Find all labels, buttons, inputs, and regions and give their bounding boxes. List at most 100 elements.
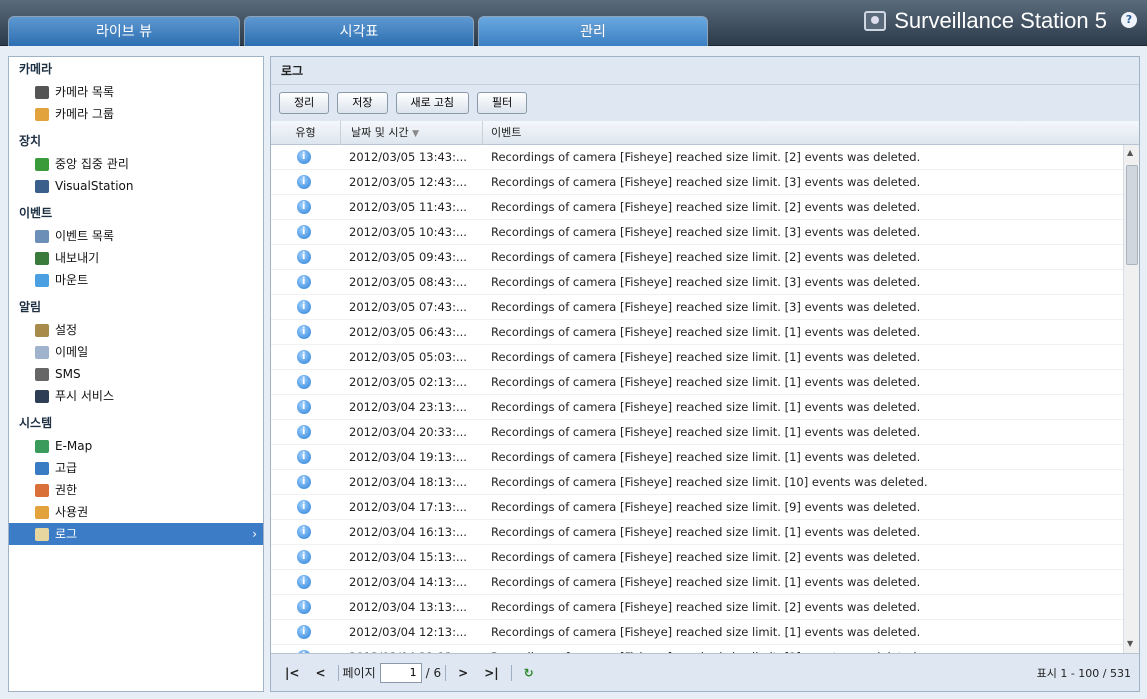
sidebar-item-label: 권한	[55, 483, 78, 497]
tab-live-view[interactable]: 라이브 뷰	[8, 16, 240, 46]
info-icon	[297, 519, 311, 544]
sidebar-item-export[interactable]: 내보내기	[9, 247, 263, 269]
row-event: Recordings of camera [Fisheye] reached s…	[491, 225, 921, 239]
save-button[interactable]: 저장	[337, 92, 388, 114]
row-event: Recordings of camera [Fisheye] reached s…	[491, 150, 921, 164]
table-row[interactable]: 2012/03/04 23:13:... Recordings of camera…	[271, 394, 1123, 420]
row-datetime: 2012/03/04 14:13:...	[349, 575, 467, 589]
top-navigation-bar: 라이브 뷰 시각표 관리 Surveillance Station 5 ?	[0, 0, 1147, 46]
sidebar-item-visualstation[interactable]: VisualStation	[9, 175, 263, 197]
table-row[interactable]: 2012/03/04 20:33:... Recordings of camera…	[271, 419, 1123, 445]
info-icon	[297, 269, 311, 294]
table-row[interactable]: 2012/03/05 05:03:... Recordings of camera…	[271, 344, 1123, 370]
sms-icon	[35, 367, 49, 381]
table-row[interactable]: 2012/03/05 11:43:... Recordings of camera…	[271, 194, 1123, 220]
row-event: Recordings of camera [Fisheye] reached s…	[491, 525, 921, 539]
visualstation-icon	[35, 179, 49, 193]
info-icon	[297, 494, 311, 519]
table-row[interactable]: 2012/03/05 07:43:... Recordings of camera…	[271, 294, 1123, 320]
last-page-icon[interactable]: >|	[476, 666, 506, 680]
table-row[interactable]: 2012/03/05 06:43:... Recordings of camera…	[271, 319, 1123, 345]
sidebar-item-camera[interactable]: 카메라 목록	[9, 81, 263, 103]
info-icon	[297, 244, 311, 269]
sidebar-item-license[interactable]: 사용권	[9, 501, 263, 523]
column-header-event[interactable]: 이벤트	[483, 121, 1139, 145]
info-icon	[297, 344, 311, 369]
refresh-button[interactable]: 새로 고침	[395, 92, 470, 114]
sidebar-section-title: 이벤트	[19, 206, 53, 220]
privilege-icon	[35, 483, 49, 497]
refresh-icon[interactable]: ↻	[516, 666, 542, 680]
sidebar-item-label: SMS	[55, 367, 81, 381]
info-icon	[297, 394, 311, 419]
scrollbar-thumb[interactable]	[1126, 165, 1138, 265]
table-row[interactable]: 2012/03/04 17:13:... Recordings of camera…	[271, 494, 1123, 520]
table-row[interactable]: 2012/03/05 09:43:... Recordings of camera…	[271, 244, 1123, 270]
table-row[interactable]: 2012/03/05 12:43:... Recordings of camera…	[271, 169, 1123, 195]
column-header-datetime[interactable]: 날짜 및 시간 ▼	[341, 121, 483, 145]
sidebar-item-settings[interactable]: 설정	[9, 319, 263, 341]
table-row[interactable]: 2012/03/05 02:13:... Recordings of camera…	[271, 369, 1123, 395]
table-row[interactable]: 2012/03/04 11:13:... Recordings of camera…	[271, 644, 1123, 653]
pagination-bar: |< < 페이지 / 6 > >| ↻ 표시 1 - 100 / 531	[271, 653, 1139, 691]
scroll-down-icon[interactable]: ▼	[1127, 639, 1133, 648]
prev-page-icon[interactable]: <	[307, 666, 333, 680]
table-row[interactable]: 2012/03/04 16:13:... Recordings of camera…	[271, 519, 1123, 545]
table-row[interactable]: 2012/03/04 12:13:... Recordings of camera…	[271, 619, 1123, 645]
row-datetime: 2012/03/05 10:43:...	[349, 225, 467, 239]
page-number-input[interactable]	[379, 662, 422, 683]
row-datetime: 2012/03/04 13:13:...	[349, 600, 467, 614]
row-event: Recordings of camera [Fisheye] reached s…	[491, 500, 921, 514]
sidebar-item-label: 설정	[55, 323, 78, 337]
clear-button[interactable]: 정리	[279, 92, 330, 114]
camera-icon	[35, 85, 49, 99]
first-page-icon[interactable]: |<	[277, 666, 307, 680]
sidebar-item-privilege[interactable]: 권한	[9, 479, 263, 501]
row-event: Recordings of camera [Fisheye] reached s…	[491, 325, 921, 339]
push-service-icon	[35, 389, 49, 403]
divider	[445, 664, 447, 681]
log-icon	[35, 527, 49, 541]
tab-schedule[interactable]: 시각표	[244, 16, 474, 46]
sidebar-section-title: 알림	[19, 300, 42, 314]
sidebar-item-advanced[interactable]: 고급	[9, 457, 263, 479]
sidebar-item-sms[interactable]: SMS	[9, 363, 263, 385]
info-icon	[297, 294, 311, 319]
filter-button[interactable]: 필터	[477, 92, 528, 114]
table-row[interactable]: 2012/03/05 13:43:... Recordings of camera…	[271, 145, 1123, 170]
chevron-right-icon: ›	[252, 527, 257, 541]
sidebar-item-email[interactable]: 이메일	[9, 341, 263, 363]
table-row[interactable]: 2012/03/04 18:13:... Recordings of camera…	[271, 469, 1123, 495]
sidebar-section-title: 카메라	[19, 62, 53, 76]
table-row[interactable]: 2012/03/04 19:13:... Recordings of camera…	[271, 444, 1123, 470]
sidebar-item-label: 카메라 목록	[55, 85, 115, 99]
sidebar-item-event-list[interactable]: 이벤트 목록	[9, 225, 263, 247]
sidebar-item-mount[interactable]: 마운트	[9, 269, 263, 291]
scroll-up-icon[interactable]: ▲	[1127, 148, 1133, 157]
table-row[interactable]: 2012/03/05 08:43:... Recordings of camera…	[271, 269, 1123, 295]
sidebar-item-emap[interactable]: E-Map	[9, 435, 263, 457]
mount-icon	[35, 273, 49, 287]
tab-admin[interactable]: 관리	[478, 16, 708, 46]
next-page-icon[interactable]: >	[450, 666, 476, 680]
sidebar-item-label: 마운트	[55, 273, 89, 287]
table-row[interactable]: 2012/03/05 10:43:... Recordings of camera…	[271, 219, 1123, 245]
sidebar-item-log[interactable]: 로그 ›	[9, 523, 263, 545]
table-row[interactable]: 2012/03/04 15:13:... Recordings of camera…	[271, 544, 1123, 570]
sidebar-item-cms[interactable]: 중앙 집중 관리	[9, 153, 263, 175]
sidebar-item-push-service[interactable]: 푸시 서비스	[9, 385, 263, 407]
column-header-type[interactable]: 유형	[271, 121, 341, 145]
info-icon	[297, 544, 311, 569]
row-datetime: 2012/03/04 18:13:...	[349, 475, 467, 489]
record-summary: 표시 1 - 100 / 531	[1036, 666, 1131, 680]
license-icon	[35, 505, 49, 519]
table-row[interactable]: 2012/03/04 13:13:... Recordings of camera…	[271, 594, 1123, 620]
sidebar-item-camera-group[interactable]: 카메라 그룹	[9, 103, 263, 125]
info-icon	[297, 419, 311, 444]
help-icon[interactable]: ?	[1121, 12, 1137, 28]
info-icon	[297, 619, 311, 644]
vertical-scrollbar[interactable]: ▲ ▼	[1123, 145, 1139, 653]
sidebar-item-label: 이메일	[55, 345, 89, 359]
row-datetime: 2012/03/04 11:13:...	[349, 645, 467, 653]
table-row[interactable]: 2012/03/04 14:13:... Recordings of camera…	[271, 569, 1123, 595]
